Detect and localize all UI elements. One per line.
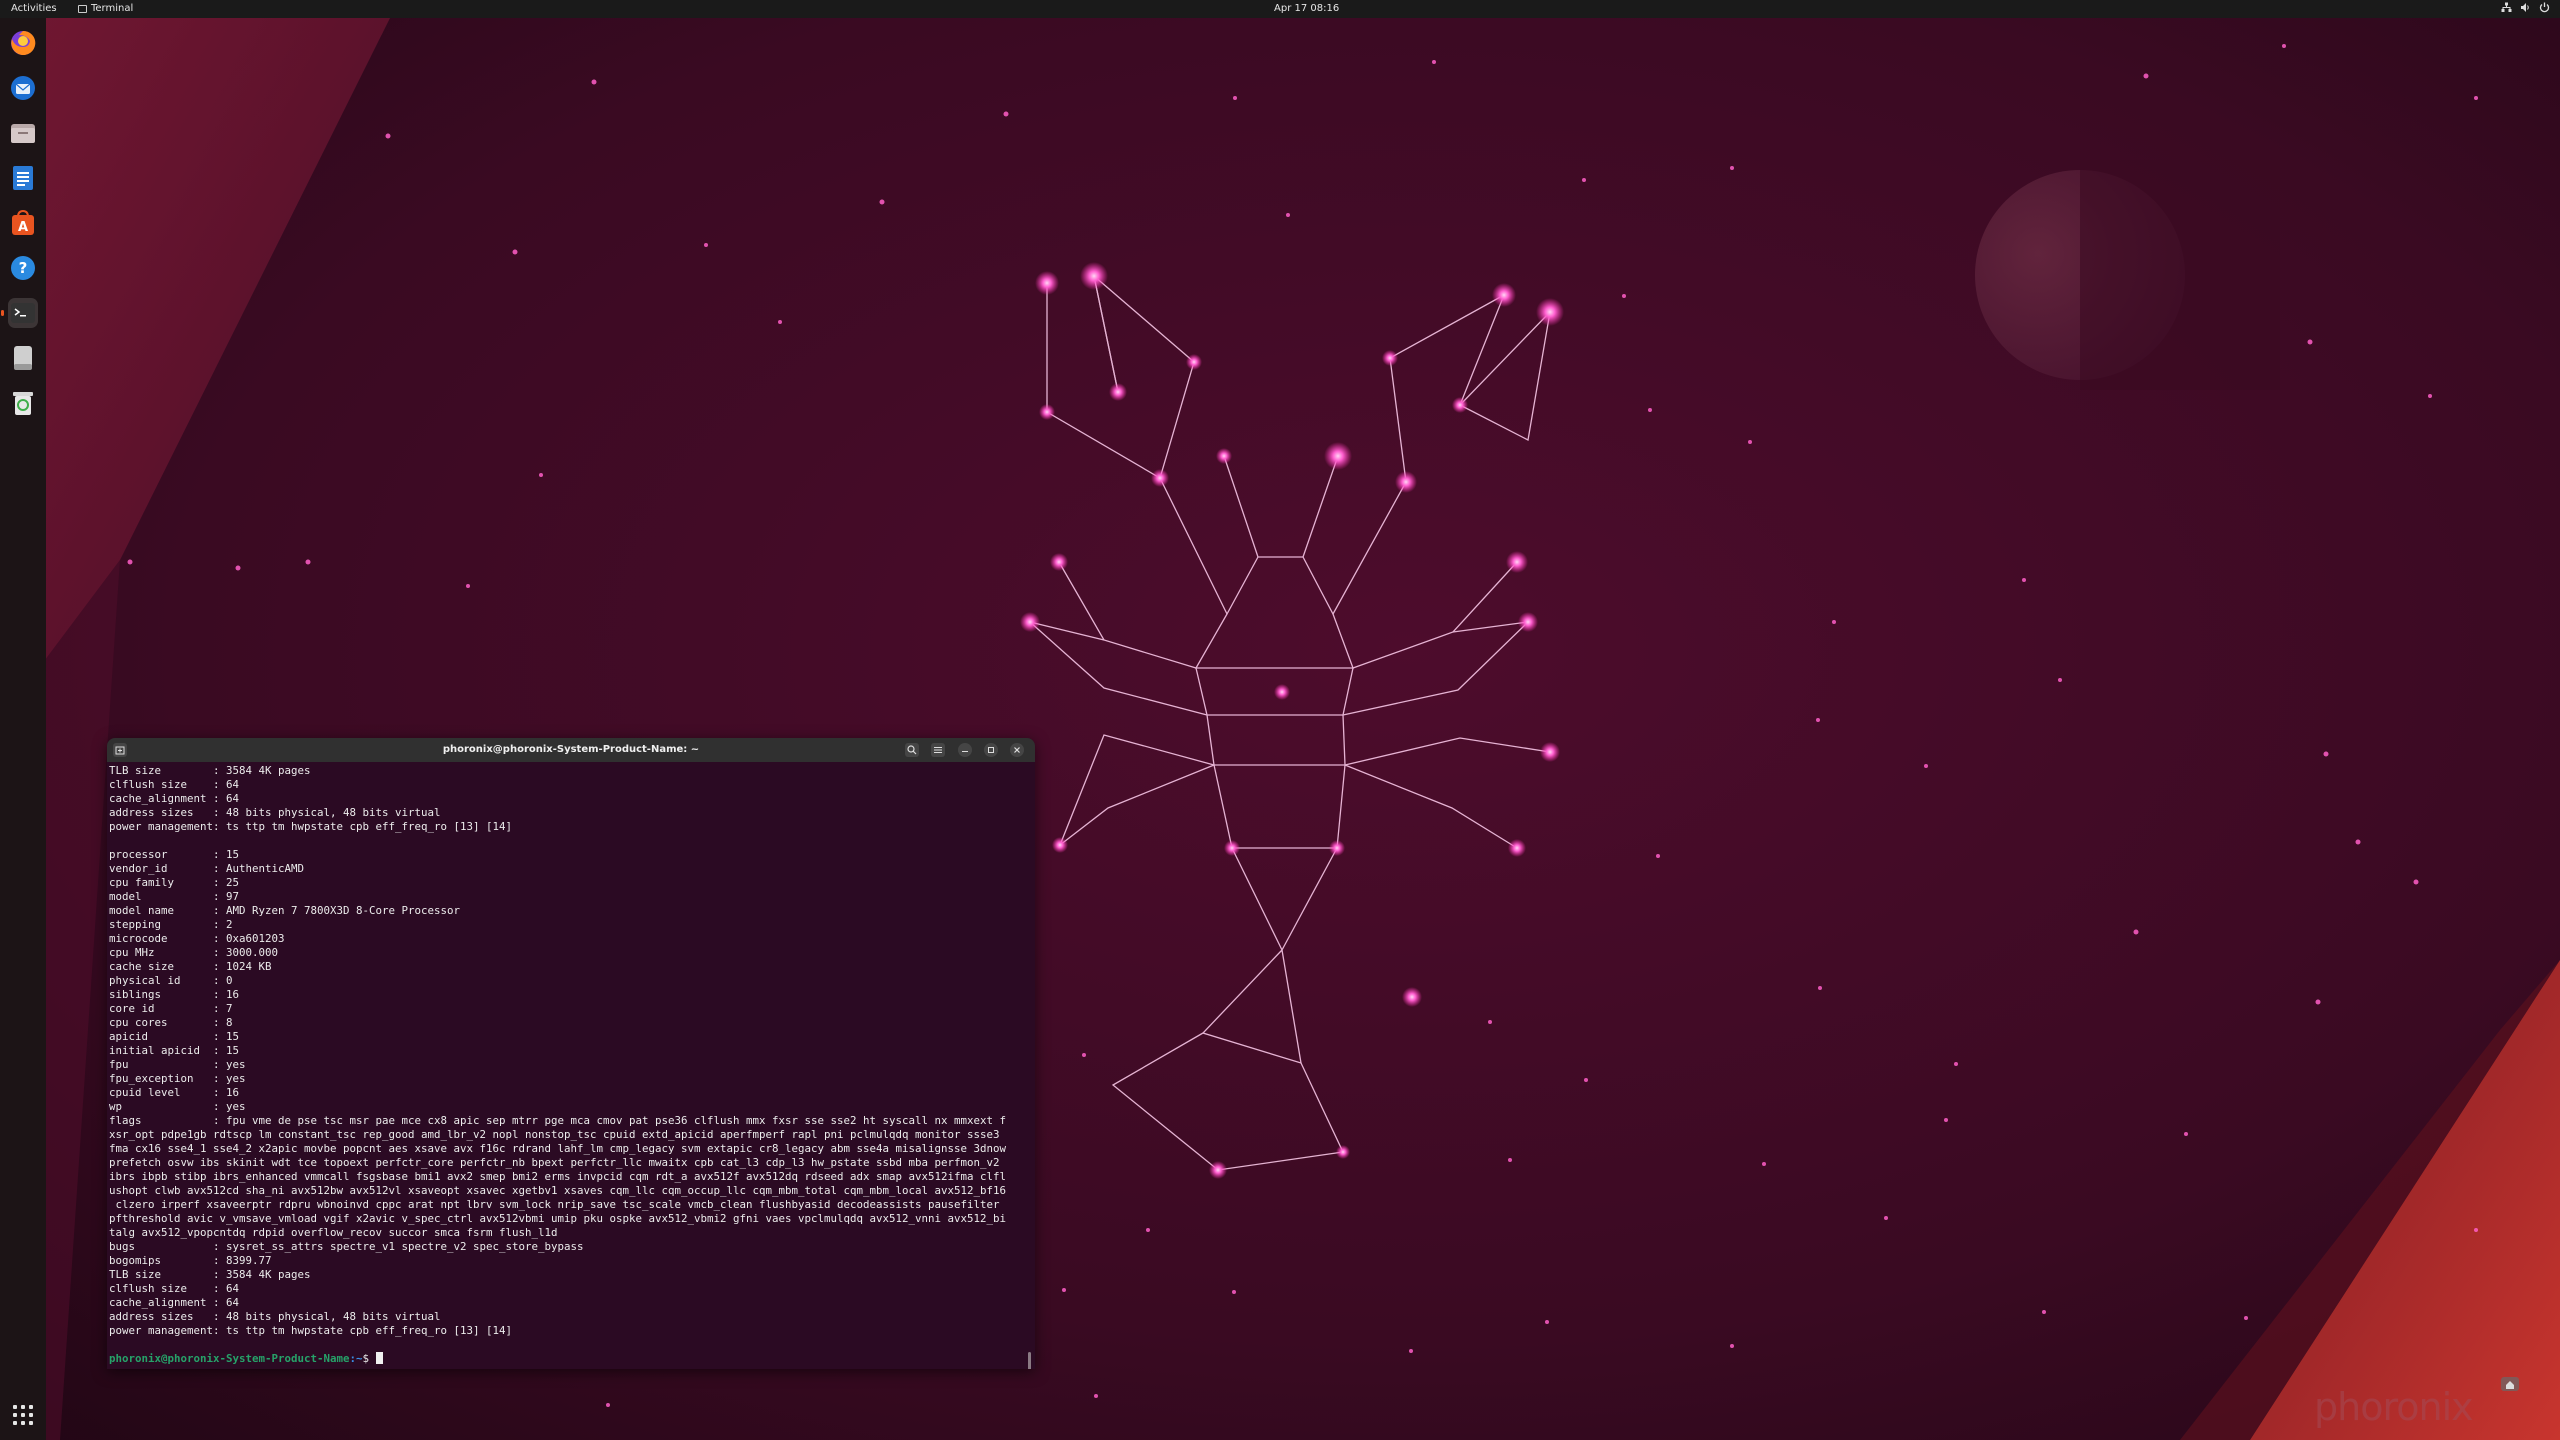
terminal-line: model : 97 — [109, 890, 240, 903]
terminal-line: fpu_exception : yes — [109, 1072, 246, 1085]
network-icon[interactable] — [2501, 2, 2512, 13]
dock-item-app-center[interactable]: A — [8, 208, 38, 238]
dock-item-help[interactable]: ? — [8, 253, 38, 283]
maximize-button[interactable] — [984, 743, 998, 757]
trash-icon — [13, 392, 33, 415]
terminal-line: fpu : yes — [109, 1058, 246, 1071]
dock-item-thunderbird[interactable] — [8, 73, 38, 103]
dock-item-writer[interactable] — [8, 163, 38, 193]
terminal-line: fma cx16 sse4_1 sse4_2 x2apic movbe popc… — [109, 1142, 1007, 1155]
svg-text:?: ? — [19, 259, 28, 277]
terminal-line: pfthreshold avic v_vmsave_vmload vgif x2… — [109, 1212, 1007, 1225]
terminal-title: phoronix@phoronix-System-Product-Name: ~ — [442, 744, 700, 755]
terminal-line: stepping : 2 — [109, 918, 233, 931]
terminal-line: wp : yes — [109, 1100, 246, 1113]
terminal-line: address sizes : 48 bits physical, 48 bit… — [109, 1310, 441, 1323]
terminal-line: cache_alignment : 64 — [109, 792, 240, 805]
terminal-line: cpu cores : 8 — [109, 1016, 233, 1029]
help-icon: ? — [11, 256, 35, 280]
terminal-line: core id : 7 — [109, 1002, 233, 1015]
show-apps-grid-icon[interactable] — [12, 1404, 34, 1426]
terminal-scrollbar[interactable] — [1028, 1352, 1031, 1369]
app-menu[interactable]: Terminal — [78, 3, 133, 14]
terminal-line: prefetch osvw ibs skinit wdt tce topoext… — [109, 1156, 1000, 1169]
dock-item-firefox[interactable] — [8, 28, 38, 58]
minimize-icon — [962, 751, 968, 752]
terminal-icon — [11, 303, 35, 323]
power-icon[interactable] — [2539, 2, 2550, 13]
search-button[interactable] — [905, 743, 919, 757]
terminal-prompt-line[interactable]: phoronix@phoronix-System-Product-Name:~$ — [109, 1352, 1031, 1366]
search-icon — [907, 745, 917, 755]
svg-text:A: A — [18, 220, 28, 235]
terminal-line: microcode : 0xa601203 — [109, 932, 285, 945]
terminal-line: TLB size : 3584 4K pages — [109, 1268, 311, 1281]
dock-item-terminal[interactable] — [1, 298, 38, 328]
terminal-line: clzero irperf xsaveerptr rdpru wbnoinvd … — [109, 1198, 1000, 1211]
text-cursor — [375, 1352, 383, 1364]
dock-item-drive[interactable] — [8, 343, 38, 373]
terminal-output[interactable]: TLB size : 3584 4K pages clflush size : … — [107, 762, 1035, 1369]
dock-item-trash[interactable] — [8, 388, 38, 418]
terminal-line: flags : fpu vme de pse tsc msr pae mce c… — [109, 1114, 1007, 1127]
terminal-line: apicid : 15 — [109, 1030, 240, 1043]
dock: A ? — [0, 18, 46, 1440]
terminal-line: clflush size : 64 — [109, 1282, 240, 1295]
firefox-icon — [11, 30, 36, 55]
terminal-line: ushopt clwb avx512cd sha_ni avx512bw avx… — [109, 1184, 1007, 1197]
top-bar: Activities Terminal Apr 17 08:16 — [0, 0, 2560, 18]
terminal-line: initial apicid : 15 — [109, 1044, 240, 1057]
activities-button[interactable]: Activities — [11, 3, 57, 14]
terminal-line: clflush size : 64 — [109, 778, 240, 791]
terminal-line: model name : AMD Ryzen 7 7800X3D 8-Core … — [109, 904, 461, 917]
folder-icon — [11, 124, 35, 143]
close-button[interactable] — [1010, 743, 1024, 757]
minimize-button[interactable] — [958, 743, 972, 757]
home-icon — [2501, 1377, 2519, 1391]
volume-icon[interactable] — [2520, 2, 2531, 13]
mail-icon — [11, 76, 35, 100]
terminal-line: cache size : 1024 KB — [109, 960, 272, 973]
terminal-line: bogomips : 8399.77 — [109, 1254, 272, 1267]
clock[interactable]: Apr 17 08:16 — [1274, 3, 1339, 14]
store-icon: A — [12, 209, 34, 235]
close-icon — [1014, 747, 1020, 753]
terminal-line: power management: ts ttp tm hwpstate cpb… — [109, 820, 513, 833]
terminal-line: cpu MHz : 3000.000 — [109, 946, 279, 959]
terminal-titlebar[interactable]: phoronix@phoronix-System-Product-Name: ~ — [107, 738, 1035, 762]
terminal-line: power management: ts ttp tm hwpstate cpb… — [109, 1324, 513, 1337]
prompt-path: :~ — [349, 1352, 363, 1365]
prompt-user: phoronix@phoronix-System-Product-Name — [109, 1352, 350, 1365]
terminal-line: siblings : 16 — [109, 988, 240, 1001]
watermark-logo: phoronix — [2314, 1385, 2474, 1429]
terminal-app-icon — [78, 4, 87, 13]
terminal-line: address sizes : 48 bits physical, 48 bit… — [109, 806, 441, 819]
system-tray[interactable] — [2501, 2, 2550, 13]
terminal-line: bugs : sysret_ss_attrs spectre_v1 spectr… — [109, 1240, 584, 1253]
terminal-line: cache_alignment : 64 — [109, 1296, 240, 1309]
maximize-icon — [988, 747, 994, 753]
terminal-line: physical id : 0 — [109, 974, 233, 987]
terminal-line: cpu family : 25 — [109, 876, 240, 889]
terminal-line: xsr_opt pdpe1gb rdtscp lm constant_tsc r… — [109, 1128, 1000, 1141]
prompt-symbol: $ — [362, 1352, 370, 1365]
terminal-window[interactable]: phoronix@phoronix-System-Product-Name: ~… — [107, 738, 1035, 1369]
terminal-line: TLB size : 3584 4K pages — [109, 764, 311, 777]
terminal-line: talg avx512_vpopcntdq rdpid overflow_rec… — [109, 1226, 558, 1239]
terminal-line: ibrs ibpb stibp ibrs_enhanced vmmcall fs… — [109, 1170, 1007, 1183]
menu-button[interactable] — [931, 743, 945, 757]
terminal-line: processor : 15 — [109, 848, 240, 861]
document-icon — [13, 166, 33, 190]
terminal-line: vendor_id : AuthenticAMD — [109, 862, 305, 875]
terminal-line: cpuid level : 16 — [109, 1086, 240, 1099]
hamburger-menu-icon — [934, 747, 942, 753]
dock-item-files[interactable] — [8, 118, 38, 148]
app-menu-label: Terminal — [91, 3, 134, 14]
drive-icon — [14, 346, 32, 370]
